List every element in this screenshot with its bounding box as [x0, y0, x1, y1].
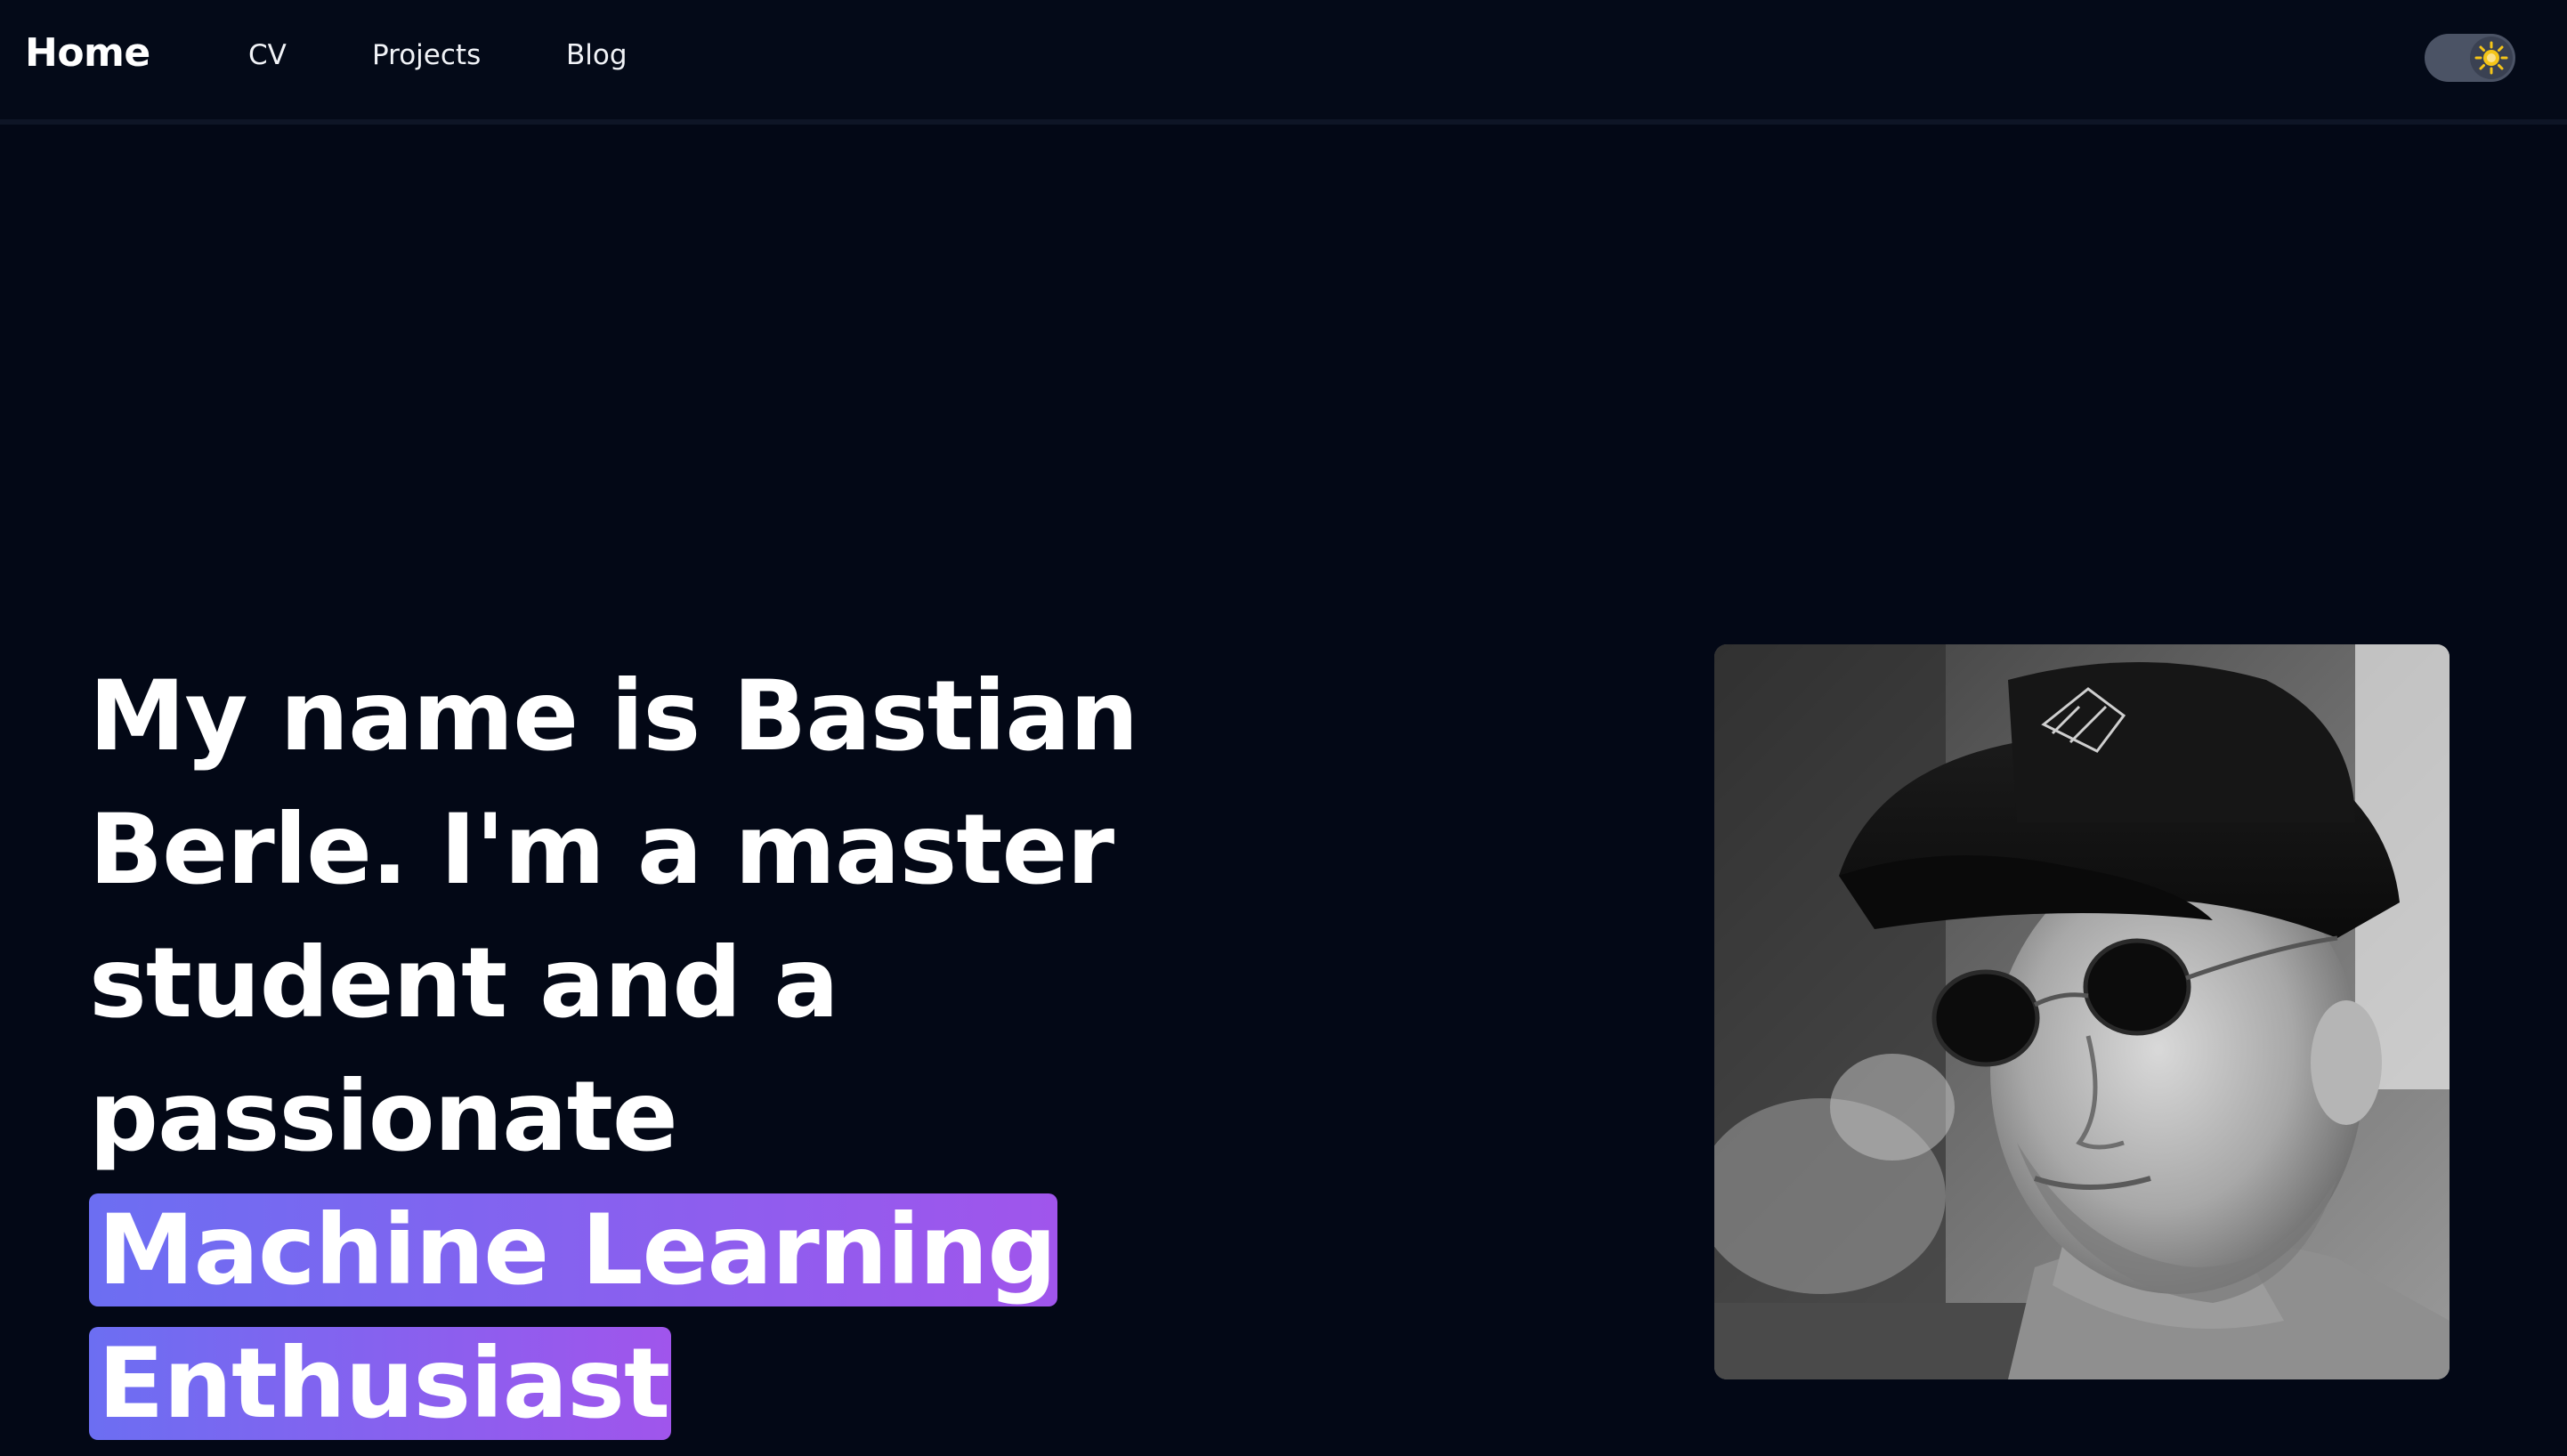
portrait-image	[1714, 644, 2450, 1379]
page: Home CV Projects Blog My name is Bastian…	[0, 0, 2567, 1456]
nav-blog-link[interactable]: Blog	[566, 39, 628, 71]
theme-toggle[interactable]	[2425, 34, 2515, 82]
hero-heading: My name is Bastian Berle. I'm a master s…	[89, 650, 1157, 1451]
nav-cv-link[interactable]: CV	[248, 39, 287, 71]
hero-text: My name is Bastian Berle. I'm a master s…	[89, 659, 1138, 1173]
nav-projects-link[interactable]: Projects	[372, 39, 481, 71]
sun-icon	[2474, 41, 2508, 75]
nav-home-link[interactable]: Home	[25, 30, 150, 76]
profile-photo	[1714, 644, 2450, 1379]
toggle-knob	[2470, 36, 2513, 79]
hero-highlight: Machine Learning Enthusiast	[89, 1193, 1058, 1440]
navbar: Home CV Projects Blog	[0, 0, 2567, 125]
